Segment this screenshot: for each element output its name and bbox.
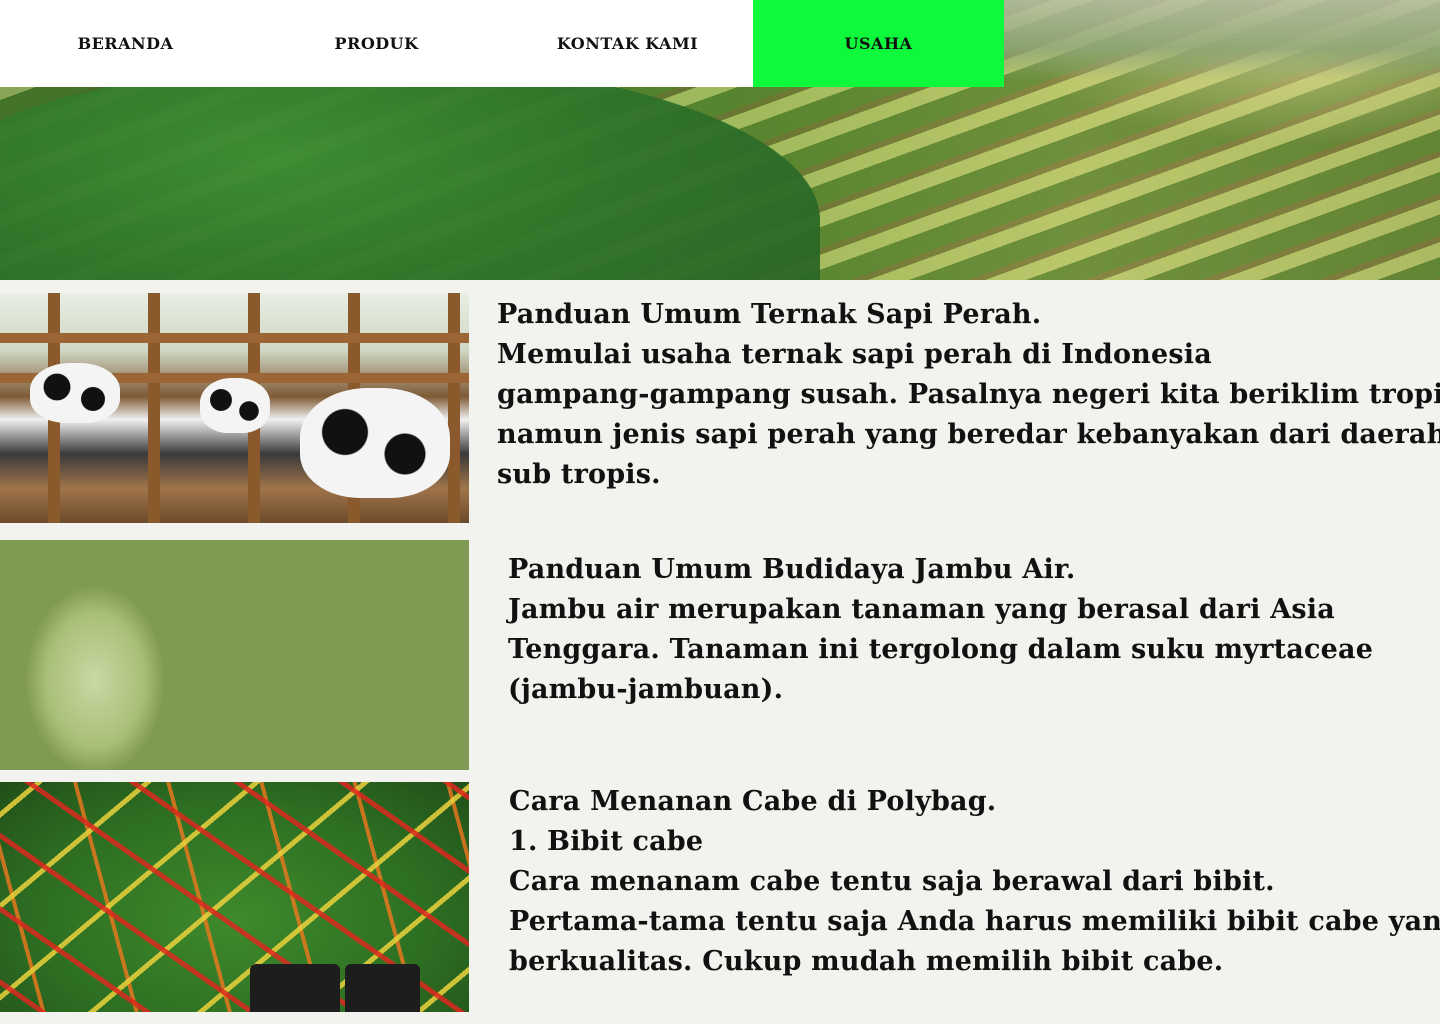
polybag-pot xyxy=(345,964,420,1012)
nav-beranda[interactable]: BERANDA xyxy=(0,0,251,87)
article-title[interactable]: Cara Menanan Cabe di Polybag. xyxy=(509,782,1440,822)
nav-kontak-kami[interactable]: KONTAK KAMI xyxy=(502,0,753,87)
stall-rail xyxy=(0,333,469,343)
nav-produk[interactable]: PRODUK xyxy=(251,0,502,87)
chili-plants-image[interactable] xyxy=(0,782,469,1012)
water-apple-image[interactable] xyxy=(0,540,469,770)
article-body-line: Tenggara. Tanaman ini tergolong dalam su… xyxy=(508,634,1374,665)
cow-figure xyxy=(300,388,450,498)
article-body-line: Jambu air merupakan tanaman yang berasal… xyxy=(508,594,1335,625)
cow-figure xyxy=(30,363,120,423)
nav-usaha[interactable]: USAHA xyxy=(753,0,1004,87)
article-title[interactable]: Panduan Umum Ternak Sapi Perah. xyxy=(497,295,1440,335)
article-body-line: sub tropis. xyxy=(497,459,661,490)
article-body-line: Memulai usaha ternak sapi perah di Indon… xyxy=(497,339,1212,370)
article-text: Panduan Umum Ternak Sapi Perah. Memulai … xyxy=(497,295,1440,495)
article-title[interactable]: Panduan Umum Budidaya Jambu Air. xyxy=(508,550,1373,590)
article-body-line: 1. Bibit cabe xyxy=(509,826,704,857)
article-body-line: Cara menanam cabe tentu saja berawal dar… xyxy=(509,866,1275,897)
article-body-line: berkualitas. Cukup mudah memilih bibit c… xyxy=(509,946,1224,977)
article-body-line: namun jenis sapi perah yang beredar keba… xyxy=(497,419,1440,450)
polybag-pot xyxy=(250,964,340,1012)
article-body-line: Pertama-tama tentu saja Anda harus memil… xyxy=(509,906,1440,937)
cows-image[interactable] xyxy=(0,293,469,523)
article-text: Panduan Umum Budidaya Jambu Air. Jambu a… xyxy=(508,550,1373,710)
article-body-line: (jambu-jambuan). xyxy=(508,674,784,705)
article-body-line: gampang-gampang susah. Pasalnya negeri k… xyxy=(497,379,1440,410)
main-nav: BERANDA PRODUK KONTAK KAMI USAHA xyxy=(0,0,1004,87)
cow-figure xyxy=(200,378,270,433)
article-text: Cara Menanan Cabe di Polybag. 1. Bibit c… xyxy=(509,782,1440,982)
